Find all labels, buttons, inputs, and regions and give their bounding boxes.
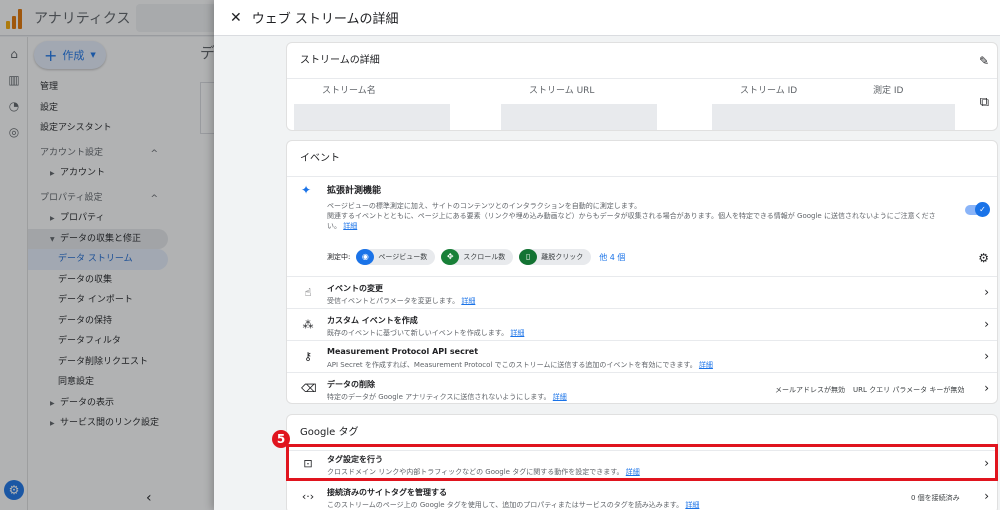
url-param-status: URL クエリ パラメータ キーが無効	[853, 386, 965, 394]
measurement-id-field: 測定 ID	[859, 83, 955, 130]
step-badge: 5	[272, 430, 290, 448]
measurement-id-label: 測定 ID	[873, 86, 904, 96]
measuring-chips: 測定中: ◉ ページビュー数 ✥ スクロール数 ▯ 離脱クリック 他 4 個	[327, 249, 625, 265]
row-details-link[interactable]: 詳細	[685, 501, 699, 509]
close-icon[interactable]: ✕	[230, 10, 242, 26]
edit-icon[interactable]: ✎	[979, 43, 989, 79]
manage-connected-tags-row[interactable]: ‹·› 接続済みのサイトタグを管理する このストリームのページ上の Google…	[287, 481, 997, 510]
stream-url-value	[501, 104, 657, 130]
sparkle-icon: ✦	[301, 183, 312, 197]
row-details-link[interactable]: 詳細	[553, 393, 567, 401]
row-desc-text: 特定のデータが Google アナリティクスに送信されないようにします。	[327, 393, 551, 401]
touch-icon: ☝	[304, 286, 312, 299]
row-title: データの削除	[327, 380, 375, 389]
stream-details-title: ストリームの詳細	[300, 55, 380, 66]
row-title: 接続済みのサイトタグを管理する	[327, 488, 447, 497]
chip-outbound-clicks-label: 離脱クリック	[541, 253, 584, 261]
google-tag-title: Google タグ	[300, 427, 359, 438]
connected-count: 0 個を接続済み	[911, 494, 960, 502]
row-desc: 受信イベントとパラメータを変更します。 詳細	[327, 296, 475, 306]
stream-id-field: ストリーム ID	[712, 83, 862, 130]
enhanced-desc-line2: 関連するイベントとともに、ページ上にある要素（リンクや埋め込み動画など）からもデ…	[327, 212, 936, 230]
stream-name-value	[294, 104, 450, 130]
eye-icon: ◉	[356, 249, 375, 265]
code-icon: ‹·›	[301, 490, 315, 503]
panel-header: ✕ ウェブ ストリームの詳細	[214, 0, 1000, 36]
row-desc-text: API Secret を作成すれば、Measurement Protocol で…	[327, 361, 697, 369]
enhanced-measurement-desc: ページビューの標準測定に加え、サイトのコンテンツとのインタラクションを自動的に測…	[327, 201, 947, 231]
row-desc-text: 既存のイベントに基づいて新しいイベントを作成します。	[327, 329, 509, 337]
row-desc-text: 受信イベントとパラメータを変更します。	[327, 297, 460, 305]
panel-title: ウェブ ストリームの詳細	[251, 12, 399, 27]
chevron-right-icon: ›	[984, 489, 989, 503]
stream-id-label: ストリーム ID	[740, 86, 798, 96]
stream-details-card: ストリームの詳細 ✎ ストリーム名 ストリーム URL ストリーム ID 測定 …	[286, 42, 998, 131]
stream-id-value	[712, 104, 862, 130]
row-title: イベントの変更	[327, 284, 383, 293]
modify-events-row[interactable]: ☝ イベントの変更 受信イベントとパラメータを変更します。 詳細 ›	[287, 277, 997, 309]
enhanced-measurement-toggle[interactable]	[965, 202, 990, 217]
chevron-right-icon: ›	[984, 285, 989, 299]
events-card: イベント ✦ 拡張計測機能 ページビューの標準測定に加え、サイトのコンテンツとの…	[286, 140, 998, 404]
chip-page-views: ◉ ページビュー数	[356, 249, 436, 265]
measuring-label: 測定中:	[327, 253, 351, 261]
scroll-icon: ✥	[441, 249, 460, 265]
chevron-right-icon: ›	[984, 317, 989, 331]
email-status: メールアドレスが無効	[775, 386, 845, 394]
more-events-link[interactable]: 他 4 個	[599, 252, 625, 263]
row-desc: API Secret を作成すれば、Measurement Protocol で…	[327, 360, 713, 370]
row-desc: このストリームのページ上の Google タグを使用して、追加のプロパティまたは…	[327, 500, 699, 510]
chip-scrolls-label: スクロール数	[463, 253, 506, 261]
magic-wand-icon: ⁂	[302, 318, 314, 331]
events-header: イベント	[287, 141, 997, 177]
chip-outbound-clicks: ▯ 離脱クリック	[519, 249, 592, 265]
chevron-right-icon: ›	[984, 349, 989, 363]
enhanced-measurement-title: 拡張計測機能	[327, 186, 382, 196]
row-title: カスタム イベントを作成	[327, 316, 418, 325]
row-details-link[interactable]: 詳細	[699, 361, 713, 369]
measurement-id-value	[859, 104, 955, 130]
row-desc: 特定のデータが Google アナリティクスに送信されないようにします。 詳細	[327, 392, 567, 402]
chip-scrolls: ✥ スクロール数	[441, 249, 514, 265]
row-details-link[interactable]: 詳細	[461, 297, 475, 305]
key-icon: ⚷	[303, 350, 313, 363]
enhanced-details-link[interactable]: 詳細	[343, 222, 357, 230]
chip-page-views-label: ページビュー数	[378, 253, 428, 261]
row-title: Measurement Protocol API secret	[327, 347, 479, 356]
chevron-right-icon: ›	[984, 381, 989, 395]
row-desc: 既存のイベントに基づいて新しいイベントを作成します。 詳細	[327, 328, 524, 338]
stream-details-header: ストリームの詳細 ✎	[287, 43, 997, 79]
row-desc-text: このストリームのページ上の Google タグを使用して、追加のプロパティまたは…	[327, 501, 684, 509]
enhanced-desc-line1: ページビューの標準測定に加え、サイトのコンテンツとのインタラクションを自動的に測…	[327, 202, 642, 210]
settings-gear-icon[interactable]: ⚙	[978, 251, 989, 265]
stream-url-label: ストリーム URL	[529, 86, 595, 96]
mouse-icon: ▯	[519, 249, 538, 265]
eraser-icon: ⌫	[301, 382, 317, 395]
row-details-link[interactable]: 詳細	[510, 329, 524, 337]
stream-name-field: ストリーム名	[294, 83, 450, 130]
measurement-protocol-row[interactable]: ⚷ Measurement Protocol API secret API Se…	[287, 341, 997, 373]
create-custom-event-row[interactable]: ⁂ カスタム イベントを作成 既存のイベントに基づいて新しいイベントを作成します…	[287, 309, 997, 341]
copy-icon[interactable]: ⧉	[980, 95, 989, 110]
enhanced-measurement: ✦ 拡張計測機能 ページビューの標準測定に加え、サイトのコンテンツとのインタラク…	[287, 177, 997, 277]
stream-details-panel: ✕ ウェブ ストリームの詳細 ストリームの詳細 ✎ ストリーム名 ストリーム U…	[214, 0, 1000, 510]
data-redaction-row[interactable]: ⌫ データの削除 特定のデータが Google アナリティクスに送信されないよう…	[287, 373, 997, 405]
stream-name-label: ストリーム名	[322, 86, 376, 96]
stream-url-field: ストリーム URL	[501, 83, 657, 130]
events-title: イベント	[300, 153, 340, 164]
highlight-box	[286, 444, 998, 481]
